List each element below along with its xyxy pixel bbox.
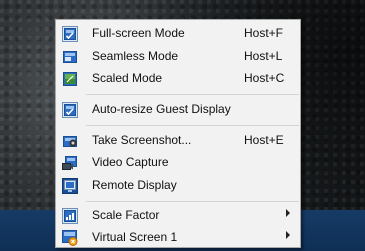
menu-item-shortcut: Host+L [244,49,283,63]
menu-item-take-screenshot[interactable]: Take Screenshot... Host+E [57,130,299,152]
menu-item-scale-factor[interactable]: Scale Factor [57,205,299,227]
scaled-mode-icon [63,72,77,86]
menu-item-label: Scale Factor [92,208,160,222]
menu-item-video-capture[interactable]: Video Capture [57,152,299,174]
menu-item-auto-resize-guest-display[interactable]: Auto-resize Guest Display [57,99,299,121]
menu-item-scaled-mode[interactable]: Scaled Mode Host+C [57,68,299,90]
menu-separator [86,125,299,126]
menu-separator [86,94,299,95]
menu-item-label: Scaled Mode [92,71,163,85]
full-screen-icon [62,26,78,42]
seamless-mode-icon [63,51,77,63]
menu-item-label: Video Capture [92,155,169,169]
camera-icon [63,136,77,147]
scale-factor-icon [62,208,78,224]
menu-item-label: Seamless Mode [92,49,179,63]
menu-item-full-screen-mode[interactable]: Full-screen Mode Host+F [57,23,299,45]
submenu-arrow-icon [286,231,290,239]
remote-display-icon [62,178,78,194]
view-menu: Full-screen Mode Host+F Seamless Mode Ho… [55,19,301,248]
menu-item-label: Virtual Screen 1 [92,230,178,244]
menu-item-shortcut: Host+F [244,26,284,40]
menu-item-remote-display[interactable]: Remote Display [57,175,299,197]
menu-item-virtual-screen-1[interactable]: Virtual Screen 1 [57,227,299,249]
submenu-arrow-icon [286,209,290,217]
menu-item-label: Full-screen Mode [92,26,185,40]
menu-item-seamless-mode[interactable]: Seamless Mode Host+L [57,46,299,68]
menu-item-shortcut: Host+E [244,133,284,147]
video-capture-icon [62,156,77,170]
menu-separator [86,201,299,202]
auto-resize-icon [62,102,78,118]
menu-item-label: Auto-resize Guest Display [92,102,231,116]
menu-item-shortcut: Host+C [244,71,285,85]
menu-item-label: Take Screenshot... [92,133,192,147]
virtual-screen-icon [62,230,78,246]
menu-item-label: Remote Display [92,178,177,192]
